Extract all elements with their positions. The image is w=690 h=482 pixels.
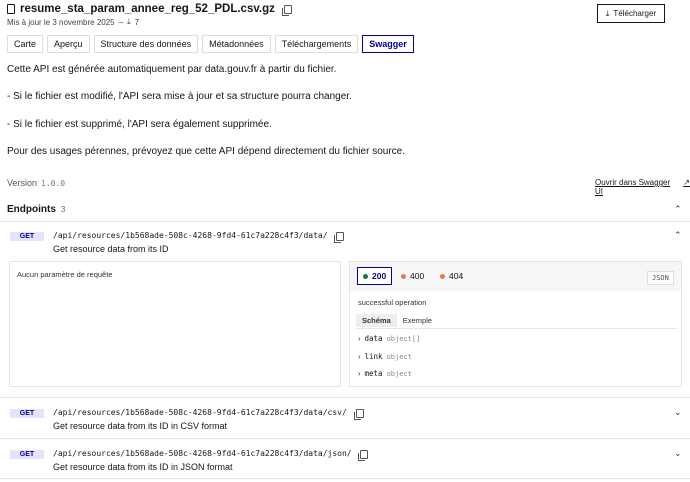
endpoint-path: /api/resources/1b568ade-508c-4268-9fd4-6… bbox=[53, 449, 352, 458]
api-note-deleted: - Si le fichier est supprimé, l'API sera… bbox=[7, 119, 272, 130]
tab-apercu[interactable]: Aperçu bbox=[47, 35, 90, 53]
chevron-down-icon[interactable]: ⌄ bbox=[674, 407, 682, 418]
response-code-200[interactable]: 200 bbox=[357, 267, 393, 285]
method-badge: GET bbox=[10, 450, 44, 459]
tab-example[interactable]: Exemple bbox=[397, 314, 438, 327]
responses-panel: 200 400 404 JSON successful operation Sc… bbox=[349, 261, 682, 387]
tab-telechargements[interactable]: Téléchargements bbox=[274, 35, 359, 53]
endpoint-summary: Get resource data from its ID in JSON fo… bbox=[53, 462, 233, 472]
tab-structure[interactable]: Structure des données bbox=[93, 35, 199, 53]
method-badge: GET bbox=[10, 409, 44, 418]
file-title: resume_sta_param_annee_reg_52_PDL.csv.gz bbox=[7, 3, 292, 16]
response-code-label: 200 bbox=[372, 271, 387, 281]
divider bbox=[356, 328, 677, 329]
tab-carte[interactable]: Carte bbox=[7, 35, 44, 53]
status-dot-icon bbox=[401, 273, 406, 279]
endpoint-summary: Get resource data from its ID bbox=[53, 244, 169, 254]
endpoint-row[interactable]: GET /api/resources/1b568ade-508c-4268-9f… bbox=[0, 228, 690, 258]
divider bbox=[0, 478, 690, 479]
chevron-down-icon[interactable]: ⌄ bbox=[674, 448, 682, 459]
endpoint-path: /api/resources/1b568ade-508c-4268-9fd4-6… bbox=[53, 408, 347, 417]
divider bbox=[0, 438, 690, 439]
open-swagger-link[interactable]: Ouvrir dans Swagger UI ↗ bbox=[595, 178, 690, 196]
expand-chevron-icon: › bbox=[358, 369, 361, 378]
chevron-up-icon[interactable]: ⌃ bbox=[674, 230, 682, 241]
divider bbox=[0, 221, 690, 222]
version-label: Version bbox=[7, 178, 38, 188]
copy-icon[interactable] bbox=[358, 450, 368, 461]
response-code-404[interactable]: 404 bbox=[435, 267, 468, 285]
download-count: 7 bbox=[134, 17, 140, 27]
copy-icon[interactable] bbox=[281, 4, 292, 16]
download-button-label: Télécharger bbox=[613, 9, 657, 18]
endpoint-path: /api/resources/1b568ade-508c-4268-9fd4-6… bbox=[53, 231, 328, 240]
api-note-modified: - Si le fichier est modifié, l'API sera … bbox=[7, 91, 352, 102]
field-type: object bbox=[386, 353, 412, 361]
tab-bar: Carte Aperçu Structure des données Métad… bbox=[7, 35, 414, 53]
tab-schema[interactable]: Schéma bbox=[356, 314, 397, 327]
file-meta: Mis à jour le 3 novembre 2025 – ⤓ 7 bbox=[7, 17, 139, 27]
api-note-perennial: Pour des usages pérennes, prévoyez que c… bbox=[7, 146, 406, 157]
method-badge: GET bbox=[10, 232, 44, 241]
endpoint-row[interactable]: GET /api/resources/1b568ade-508c-4268-9f… bbox=[0, 446, 690, 476]
external-link-icon: ↗ bbox=[683, 178, 690, 187]
response-code-label: 400 bbox=[410, 271, 425, 281]
field-type: object bbox=[386, 370, 412, 378]
download-icon: ⤓ bbox=[605, 8, 610, 18]
endpoint-row[interactable]: GET /api/resources/1b568ade-508c-4268-9f… bbox=[0, 405, 690, 435]
response-code-label: 404 bbox=[449, 271, 464, 281]
response-codes-bar: 200 400 404 JSON bbox=[350, 262, 681, 291]
response-code-400[interactable]: 400 bbox=[396, 267, 429, 285]
version-value: 1.0.0 bbox=[41, 179, 66, 188]
field-name: link bbox=[364, 352, 383, 361]
status-dot-icon bbox=[440, 273, 445, 279]
file-name: resume_sta_param_annee_reg_52_PDL.csv.gz bbox=[20, 3, 275, 15]
chevron-up-icon[interactable]: ⌃ bbox=[674, 204, 682, 215]
open-swagger-label: Ouvrir dans Swagger UI bbox=[595, 178, 671, 196]
download-button[interactable]: ⤓ Télécharger bbox=[597, 4, 665, 23]
copy-icon[interactable] bbox=[354, 409, 364, 420]
endpoints-title: Endpoints bbox=[7, 204, 56, 215]
query-params-panel: Aucun paramètre de requête bbox=[9, 261, 341, 387]
expand-chevron-icon: › bbox=[358, 334, 361, 343]
api-intro: Cette API est générée automatiquement pa… bbox=[7, 64, 337, 75]
schema-field[interactable]: › data object[] bbox=[358, 334, 420, 343]
response-description: successful operation bbox=[358, 298, 427, 307]
no-params-text: Aucun paramètre de requête bbox=[17, 270, 113, 279]
expand-chevron-icon: › bbox=[358, 352, 361, 361]
endpoint-summary: Get resource data from its ID in CSV for… bbox=[53, 421, 228, 431]
schema-field[interactable]: › link object bbox=[358, 352, 412, 361]
tab-metadonnees[interactable]: Métadonnées bbox=[202, 35, 271, 53]
file-icon bbox=[7, 4, 15, 14]
field-name: meta bbox=[364, 369, 383, 378]
status-dot-icon bbox=[363, 273, 368, 279]
format-badge: JSON bbox=[647, 271, 674, 285]
schema-tabs: Schéma Exemple bbox=[356, 314, 438, 327]
copy-icon[interactable] bbox=[334, 232, 344, 243]
schema-field[interactable]: › meta object bbox=[358, 369, 412, 378]
endpoints-heading: Endpoints 3 bbox=[7, 204, 65, 215]
updated-date: Mis à jour le 3 novembre 2025 bbox=[7, 17, 115, 27]
divider bbox=[0, 397, 690, 398]
field-name: data bbox=[364, 334, 383, 343]
download-count-icon: ⤓ bbox=[127, 17, 131, 26]
field-type: object[] bbox=[386, 335, 421, 343]
tab-swagger[interactable]: Swagger bbox=[362, 35, 414, 53]
meta-separator: – bbox=[118, 17, 124, 27]
endpoints-count: 3 bbox=[60, 205, 66, 214]
api-version: Version 1.0.0 bbox=[7, 178, 65, 188]
